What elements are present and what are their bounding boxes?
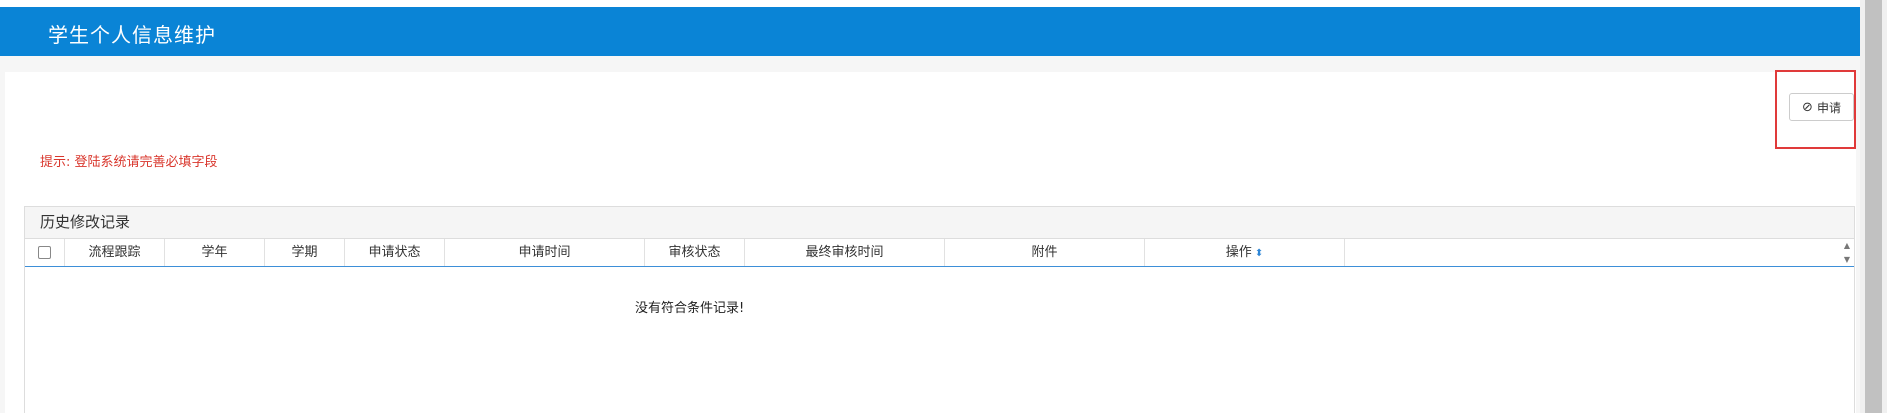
column-header[interactable]: 申请状态: [345, 239, 445, 266]
column-header[interactable]: 学期: [265, 239, 345, 266]
select-all-cell: [25, 239, 65, 266]
column-header-label: 操作: [1225, 245, 1252, 260]
page-header: 学生个人信息维护: [0, 7, 1860, 56]
header-scroll-control[interactable]: ▲ ▼: [1842, 241, 1852, 264]
hint-text: 提示: 登陆系统请完善必填字段: [40, 155, 218, 170]
panel-title: 历史修改记录: [25, 207, 1854, 239]
ban-icon: ⊘: [1802, 99, 1813, 115]
top-strip: [0, 0, 1860, 7]
column-header[interactable]: 申请时间: [445, 239, 645, 266]
column-header[interactable]: 最终审核时间: [745, 239, 945, 266]
page-title: 学生个人信息维护: [48, 23, 216, 47]
column-header[interactable]: 流程跟踪: [65, 239, 165, 266]
apply-button[interactable]: ⊘ 申请: [1789, 93, 1854, 121]
column-header[interactable]: 附件: [945, 239, 1145, 266]
scroll-up-icon[interactable]: ▲: [1844, 241, 1850, 250]
apply-button-label: 申请: [1816, 100, 1841, 115]
history-panel: 历史修改记录 流程跟踪 学年 学期 申请状态 申请时间 审核状态 最终审核时间 …: [24, 206, 1855, 413]
column-header-actions[interactable]: 操作 ⬍: [1145, 239, 1345, 266]
scrollbar-thumb[interactable]: [1865, 0, 1882, 413]
sort-icon[interactable]: ⬍: [1255, 248, 1263, 259]
table-header: 流程跟踪 学年 学期 申请状态 申请时间 审核状态 最终审核时间 附件 操作 ⬍ …: [25, 239, 1854, 267]
column-header[interactable]: 审核状态: [645, 239, 745, 266]
column-header[interactable]: 学年: [165, 239, 265, 266]
empty-message: 没有符合条件记录!: [635, 301, 745, 316]
scroll-down-icon[interactable]: ▼: [1844, 255, 1850, 264]
window-scrollbar[interactable]: [1860, 0, 1887, 413]
select-all-checkbox[interactable]: [38, 246, 51, 259]
